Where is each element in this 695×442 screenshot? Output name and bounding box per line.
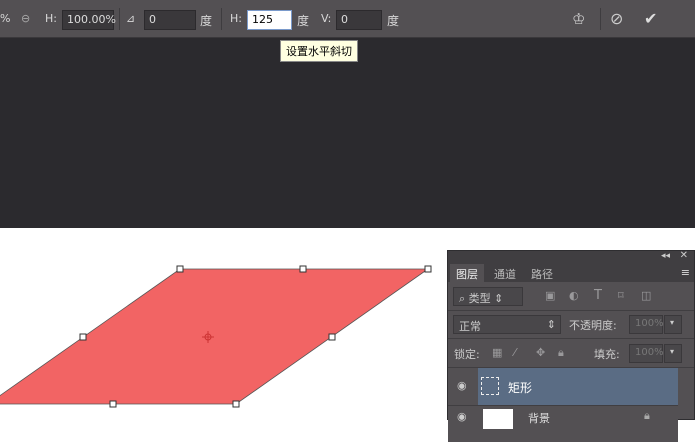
options-bar: % ⊖ H: 100.00% ⊿ 0 度 H: 125 度 V: 0 度 ♔ ⊘… xyxy=(0,0,695,38)
handle[interactable] xyxy=(176,265,184,273)
handle[interactable] xyxy=(79,333,87,341)
tab-paths[interactable]: 路径 xyxy=(525,264,559,282)
angle-unit: 度 xyxy=(200,14,213,28)
handle[interactable] xyxy=(299,265,307,273)
cancel-transform-icon[interactable]: ⊘ xyxy=(610,9,623,28)
blend-mode-value: 正常 xyxy=(459,320,481,333)
hskew-label: H: xyxy=(230,12,242,25)
hskew-input[interactable]: 125 xyxy=(247,10,292,30)
smart-object-filter-icon[interactable]: ◫ xyxy=(641,289,651,302)
blend-row: 正常 ⇕ 不透明度: 100% ▾ xyxy=(448,311,694,339)
hskew-unit: 度 xyxy=(297,14,310,28)
divider xyxy=(600,8,601,30)
handle[interactable] xyxy=(328,333,336,341)
visibility-eye-icon[interactable]: ◉ xyxy=(457,379,467,392)
link-icon[interactable]: ⊖ xyxy=(21,12,30,25)
fill-label: 填充: xyxy=(594,348,620,361)
fill-dropdown-icon[interactable]: ▾ xyxy=(664,344,682,363)
shape-filter-icon[interactable]: ⌑ xyxy=(618,289,624,302)
tab-layers[interactable]: 图层 xyxy=(450,264,484,282)
lock-row: 锁定: ▦ ⁄ ✥ 🔒︎ 填充: 100% ▾ xyxy=(448,339,694,368)
blend-mode-select[interactable]: 正常 ⇕ xyxy=(453,315,561,334)
panel-tabs: 图层 通道 路径 ≡ xyxy=(448,264,694,282)
handle[interactable] xyxy=(232,400,240,408)
divider xyxy=(221,8,222,30)
commit-transform-icon[interactable]: ✔ xyxy=(644,9,657,28)
height-label: H: xyxy=(45,12,57,25)
layer-name[interactable]: 背景 xyxy=(528,410,550,426)
shape-layer-thumbnail-icon xyxy=(481,377,499,395)
lock-all-icon[interactable]: 🔒︎ xyxy=(558,346,564,360)
type-filter-icon[interactable]: T xyxy=(594,288,602,303)
layer-row-background[interactable]: ◉ 背景 🔒︎ xyxy=(448,405,678,442)
layer-lock-icon: 🔒︎ xyxy=(644,409,650,422)
close-icon[interactable]: ✕ xyxy=(680,250,688,261)
panel-header: ◂◂ ✕ xyxy=(448,250,694,264)
layers-panel: ◂◂ ✕ 图层 通道 路径 ≡ ⌕ 类型 ⇕ ▣ ◐ T ⌑ ◫ 正常 ⇕ 不透明… xyxy=(447,250,695,442)
workspace-background xyxy=(0,38,695,228)
opacity-label: 不透明度: xyxy=(569,319,617,332)
tab-channels[interactable]: 通道 xyxy=(488,264,522,282)
adjustment-filter-icon[interactable]: ◐ xyxy=(569,289,579,302)
opacity-dropdown-icon[interactable]: ▾ xyxy=(664,315,682,334)
lock-position-icon[interactable]: ✥ xyxy=(536,346,545,359)
warp-mode-icon[interactable]: ♔ xyxy=(572,10,585,28)
filter-row: ⌕ 类型 ⇕ ▣ ◐ T ⌑ ◫ xyxy=(448,282,694,311)
angle-icon: ⊿ xyxy=(126,12,136,25)
width-suffix: % xyxy=(0,12,11,25)
lock-label: 锁定: xyxy=(454,348,480,361)
tooltip: 设置水平斜切 xyxy=(280,40,358,62)
vskew-unit: 度 xyxy=(387,14,400,28)
lock-transparency-icon[interactable]: ▦ xyxy=(492,346,502,359)
layer-row-rectangle[interactable]: ◉ 矩形 xyxy=(448,368,678,405)
visibility-eye-icon[interactable]: ◉ xyxy=(457,410,467,423)
handle[interactable] xyxy=(109,400,117,408)
handle[interactable] xyxy=(424,265,432,273)
collapse-icon[interactable]: ◂◂ xyxy=(661,251,670,261)
vskew-input[interactable]: 0 xyxy=(336,10,382,30)
filter-kind-select[interactable]: ⌕ 类型 ⇕ xyxy=(453,287,523,306)
opacity-input[interactable]: 100% xyxy=(629,315,664,334)
lock-pixels-icon[interactable]: ⁄ xyxy=(514,346,516,359)
height-input[interactable]: 100.00% xyxy=(62,10,116,30)
background-thumbnail xyxy=(483,409,513,429)
divider xyxy=(119,8,120,30)
image-filter-icon[interactable]: ▣ xyxy=(545,289,555,302)
filter-kind-label: 类型 xyxy=(468,292,491,305)
layer-name[interactable]: 矩形 xyxy=(508,379,532,396)
vskew-label: V: xyxy=(321,12,332,25)
fill-input[interactable]: 100% xyxy=(629,344,664,363)
panel-menu-icon[interactable]: ≡ xyxy=(681,266,690,279)
angle-input[interactable]: 0 xyxy=(144,10,196,30)
